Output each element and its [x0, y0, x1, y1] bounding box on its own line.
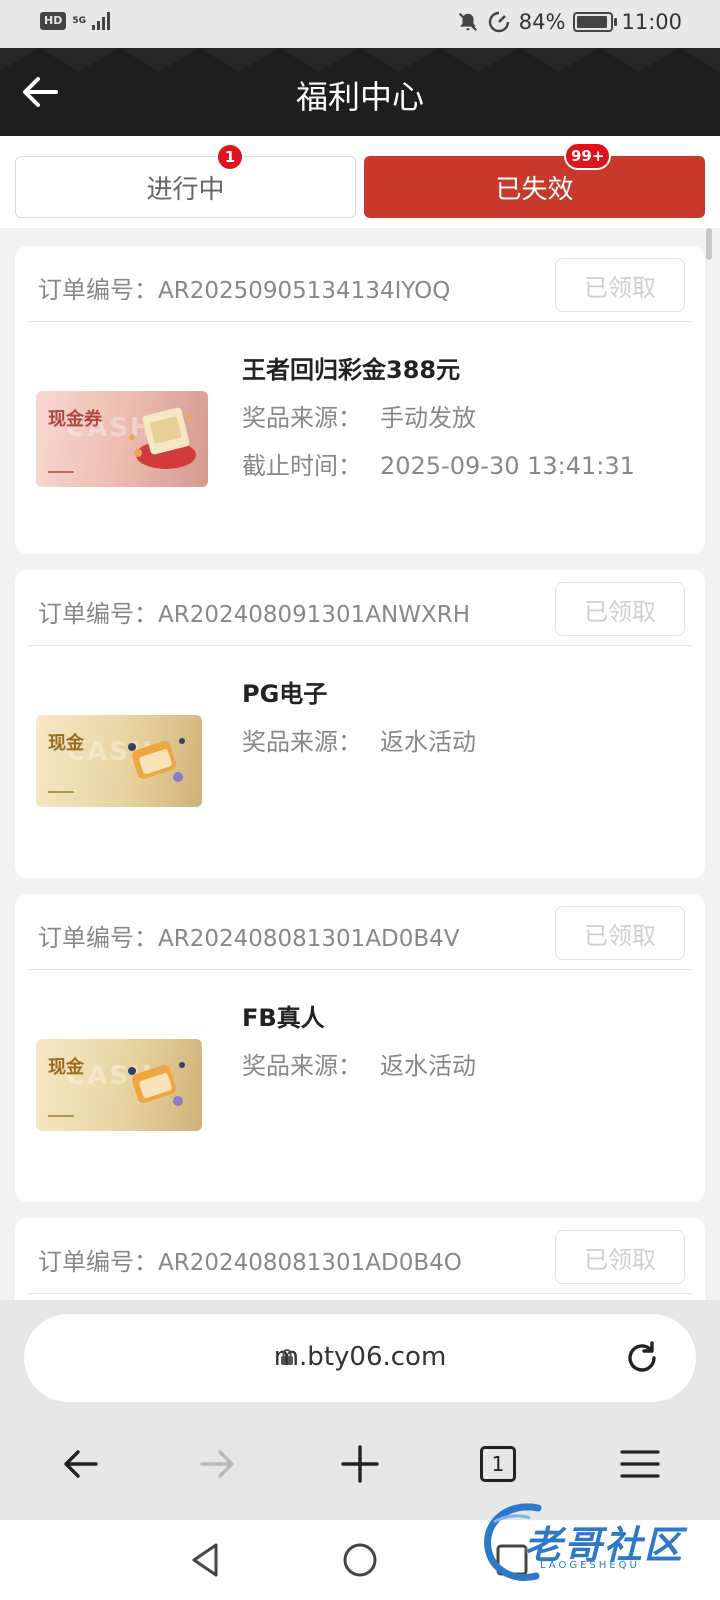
reward-card: 订单编号：AR202408091301ANWXRH 已领取 CASH 现金 PG…	[15, 570, 705, 878]
url-text: m.bty06.com	[273, 1342, 447, 1372]
card-header: 订单编号：AR202408081301AD0B4O 已领取	[29, 1218, 691, 1294]
data-saver-icon	[488, 11, 509, 33]
reward-source: 奖品来源： 返水活动	[242, 722, 476, 757]
card-header: 订单编号：AR202408081301AD0B4V 已领取	[29, 894, 691, 970]
battery-percent: 84%	[518, 10, 566, 34]
line-value: 返水活动	[380, 1052, 476, 1080]
nav-home-icon[interactable]	[340, 1540, 380, 1580]
reward-title: FB真人	[242, 1004, 325, 1032]
claimed-button[interactable]: 已领取	[555, 1230, 685, 1284]
thumb-dash	[48, 791, 74, 793]
browser-back-icon[interactable]	[58, 1442, 102, 1486]
line-value: 返水活动	[380, 728, 476, 756]
thumb-dash	[48, 1115, 74, 1117]
reward-source: 奖品来源： 返水活动	[242, 1046, 476, 1081]
gift-box-icon	[129, 407, 196, 469]
reward-card: 订单编号：AR202408081301AD0B4V 已领取 CASH 现金 FB…	[15, 894, 705, 1202]
status-right: 84% 11:00	[457, 10, 682, 34]
reward-title: 王者回归彩金388元	[242, 356, 461, 384]
line-label: 奖品来源：	[242, 728, 362, 756]
claimed-button[interactable]: 已领取	[555, 582, 685, 636]
order-value: AR202408091301ANWXRH	[158, 602, 471, 628]
hd-badge: HD	[40, 12, 67, 30]
line-value: 手动发放	[380, 404, 476, 432]
cash-thumbnail: CASH 现金	[36, 715, 202, 807]
app-header: 福利中心	[0, 48, 720, 136]
reward-card: 订单编号：AR202408081301AD0B4O 已领取	[15, 1218, 705, 1300]
tab-count: 1	[491, 1452, 505, 1476]
line-value: 2025-09-30 13:41:31	[380, 452, 635, 480]
status-bar: HD 5G 84% 11:00	[0, 0, 720, 48]
count-badge: 1	[216, 143, 244, 171]
reward-title: PG电子	[242, 680, 328, 708]
card-header: 订单编号：AR20250905134134IYOQ 已领取	[29, 246, 691, 322]
card-header: 订单编号：AR202408091301ANWXRH 已领取	[29, 570, 691, 646]
thumb-dash	[48, 471, 74, 473]
mute-icon	[458, 12, 477, 32]
page-title: 福利中心	[295, 78, 424, 116]
thumb-label: 现金	[48, 1057, 84, 1078]
wallet-icon	[128, 1062, 185, 1106]
claimed-button[interactable]: 已领取	[555, 906, 685, 960]
count-badge: 99+	[564, 142, 612, 170]
order-number: 订单编号：AR202408081301AD0B4O	[38, 1242, 462, 1277]
clock: 11:00	[621, 10, 682, 34]
address-bar[interactable]: m.bty06.com	[24, 1314, 696, 1402]
order-value: AR20250905134134IYOQ	[158, 278, 451, 304]
reward-card: 订单编号：AR20250905134134IYOQ 已领取 CASH 现金券 王…	[15, 246, 705, 554]
network-type: 5G	[72, 15, 86, 26]
tab-label: 已失效	[495, 174, 574, 205]
cash-coupon-thumbnail: CASH 现金券	[36, 391, 208, 487]
tab-expired[interactable]: 已失效 99+	[364, 142, 705, 218]
order-label: 订单编号：	[38, 924, 158, 952]
menu-icon[interactable]	[618, 1442, 662, 1486]
signal-icon	[92, 12, 110, 30]
line-label: 截止时间：	[242, 452, 362, 480]
browser-toolbar: 1	[0, 1420, 720, 1520]
watermark-sub: LAOGESHEQU	[540, 1560, 640, 1571]
order-value: AR202408081301AD0B4V	[158, 926, 460, 952]
wallet-icon	[128, 738, 185, 782]
reward-list[interactable]: 订单编号：AR20250905134134IYOQ 已领取 CASH 现金券 王…	[0, 228, 720, 1300]
cash-thumbnail: CASH 现金	[36, 1039, 202, 1131]
status-left: HD 5G	[40, 12, 110, 30]
battery-icon	[573, 12, 618, 32]
thumb-label: 现金	[48, 733, 84, 754]
line-label: 奖品来源：	[242, 1052, 362, 1080]
reward-deadline: 截止时间： 2025-09-30 13:41:31	[242, 446, 635, 481]
tab-label: 进行中	[146, 174, 225, 205]
scrollbar[interactable]	[706, 228, 712, 260]
tab-bar: 进行中 1 已失效 99+	[0, 136, 720, 228]
order-label: 订单编号：	[38, 276, 158, 304]
order-number: 订单编号：AR202408091301ANWXRH	[38, 594, 470, 629]
watermark-logo: 老哥社区 LAOGESHEQU	[484, 1503, 704, 1582]
new-tab-icon[interactable]	[338, 1442, 382, 1486]
thumb-label: 现金券	[48, 409, 102, 430]
line-label: 奖品来源：	[242, 404, 362, 432]
tab-switcher-button[interactable]: 1	[480, 1446, 516, 1482]
order-number: 订单编号：AR20250905134134IYOQ	[38, 270, 450, 305]
reload-icon[interactable]	[622, 1338, 662, 1378]
tab-in-progress[interactable]: 进行中 1	[15, 143, 356, 218]
order-label: 订单编号：	[38, 600, 158, 628]
order-number: 订单编号：AR202408081301AD0B4V	[38, 918, 460, 953]
browser-forward-icon[interactable]	[196, 1442, 240, 1486]
order-value: AR202408081301AD0B4O	[158, 1250, 462, 1276]
claimed-button[interactable]: 已领取	[555, 258, 685, 312]
reward-source: 奖品来源： 手动发放	[242, 398, 476, 433]
order-label: 订单编号：	[38, 1248, 158, 1276]
nav-back-icon[interactable]	[186, 1540, 226, 1580]
browser-chrome: m.bty06.com 1	[0, 1300, 720, 1520]
